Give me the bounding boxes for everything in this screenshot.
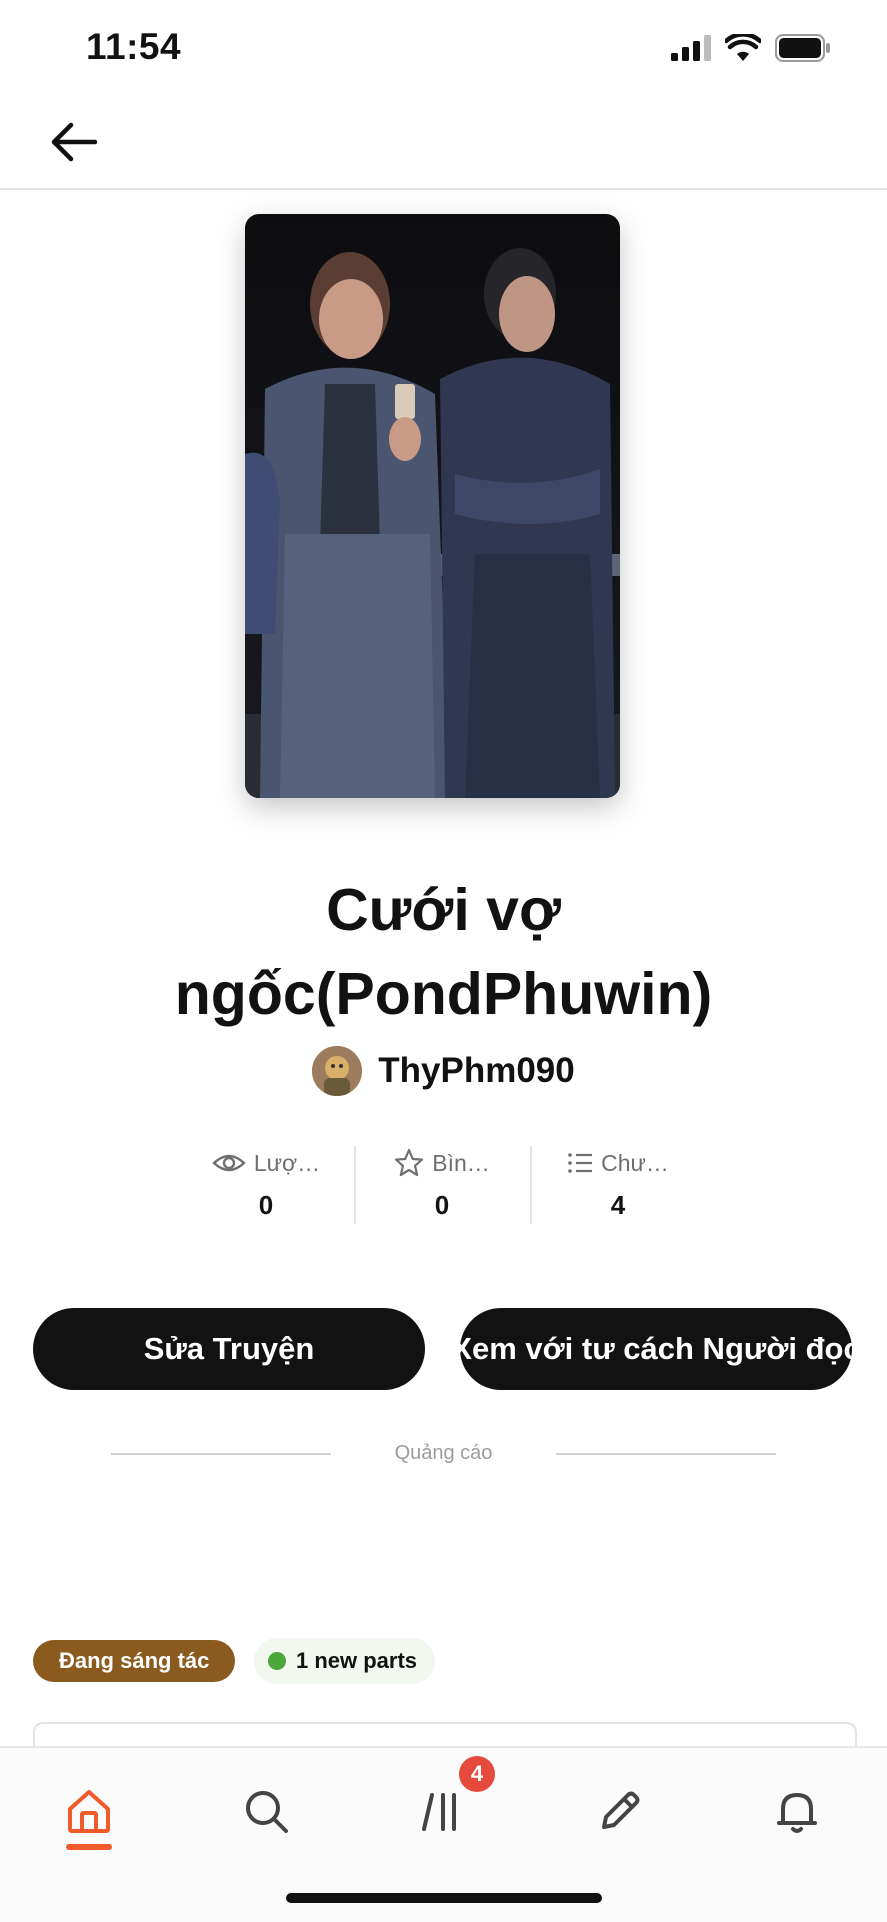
story-stats: Lượ… 0 Bìn… 0 Chư… 4	[178, 1146, 708, 1224]
list-icon	[568, 1153, 593, 1173]
active-tab-indicator	[66, 1844, 112, 1850]
ad-label: Quảng cáo	[394, 1442, 493, 1464]
stat-parts-label: Chư…	[601, 1149, 669, 1176]
status-icons	[671, 34, 831, 62]
ad-divider-line-right	[556, 1452, 777, 1455]
edit-story-button[interactable]: Sửa Truyện	[33, 1308, 425, 1390]
new-parts-badge: 1 new parts	[254, 1638, 436, 1684]
arrow-left-icon	[51, 122, 97, 162]
tab-search[interactable]	[231, 1776, 301, 1846]
stat-parts-value: 4	[610, 1190, 626, 1220]
author-name[interactable]: ThyPhm090	[378, 1051, 574, 1091]
story-cover-image	[245, 214, 620, 798]
back-button[interactable]	[44, 112, 104, 172]
home-icon	[68, 1790, 110, 1833]
status-badge: Đang sáng tác	[33, 1640, 236, 1682]
stat-votes-label: Bìn…	[432, 1149, 490, 1176]
star-icon	[395, 1148, 424, 1177]
eye-icon	[212, 1154, 246, 1172]
library-badge: 4	[459, 1756, 495, 1792]
search-icon	[246, 1791, 288, 1833]
avatar[interactable]	[312, 1046, 363, 1096]
stat-votes-value: 0	[434, 1190, 450, 1220]
stat-reads: Lượ… 0	[178, 1146, 354, 1224]
tab-notifications[interactable]	[762, 1776, 832, 1846]
ad-divider: Quảng cáo	[111, 1442, 777, 1465]
wifi-icon	[725, 34, 761, 61]
signal-icon	[671, 35, 711, 61]
library-icon	[422, 1793, 456, 1831]
author-row[interactable]: ThyPhm090	[0, 1046, 887, 1096]
view-as-reader-button[interactable]: Xem với tư cách Người đọc	[451, 1308, 861, 1390]
home-indicator	[286, 1893, 602, 1903]
pencil-icon	[602, 1791, 640, 1829]
new-parts-label: 1 new parts	[296, 1648, 418, 1673]
status-time: 11:54	[86, 26, 182, 67]
tab-home[interactable]	[54, 1776, 124, 1846]
bell-icon	[777, 1793, 817, 1833]
green-dot-icon	[268, 1652, 286, 1670]
nav-divider	[0, 188, 887, 190]
stat-reads-label: Lượ…	[253, 1149, 321, 1176]
stat-reads-value: 0	[258, 1190, 274, 1220]
stat-parts: Chư… 4	[530, 1146, 706, 1224]
ad-divider-line-left	[111, 1452, 331, 1455]
stat-votes: Bìn… 0	[354, 1146, 530, 1224]
story-title: Cưới vợ ngốc(PondPhuwin)	[174, 877, 713, 1027]
battery-icon	[775, 34, 830, 62]
tab-write[interactable]	[585, 1776, 655, 1846]
